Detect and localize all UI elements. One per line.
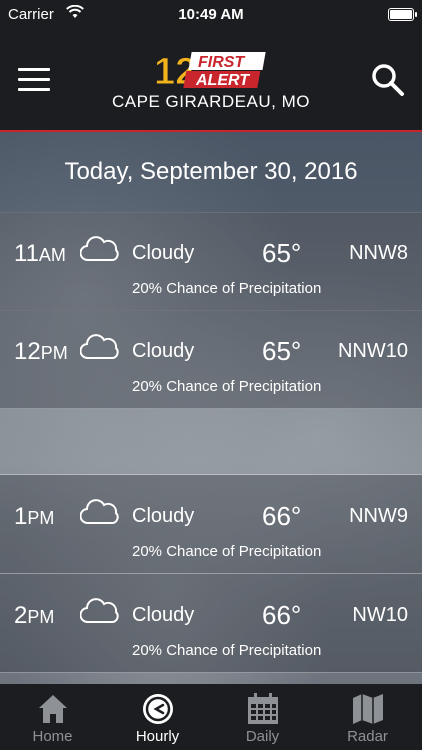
wind-value: NNW9 bbox=[349, 505, 408, 527]
condition-label: Cloudy bbox=[132, 505, 195, 527]
calendar-icon bbox=[246, 692, 280, 726]
app-header: 12 FIRST ALERT CAPE GIRARDEAU, MO bbox=[0, 30, 422, 132]
hourly-row[interactable]: 11AM Cloudy 65° NNW8 20% Chance of Preci… bbox=[0, 212, 422, 311]
date-header: Today, September 30, 2016 bbox=[0, 132, 422, 213]
hourly-row[interactable]: 2PM Cloudy 66° NW10 20% Chance of Precip… bbox=[0, 574, 422, 673]
cloud-icon bbox=[79, 499, 120, 530]
temperature-value: 66° bbox=[262, 600, 302, 630]
cloud-icon bbox=[79, 236, 120, 267]
temperature-value: 65° bbox=[262, 238, 302, 268]
battery-icon bbox=[388, 8, 417, 21]
hourly-row[interactable]: 1PM Cloudy 66° NNW9 20% Chance of Precip… bbox=[0, 475, 422, 574]
precip-chance: 20% Chance of Precipitation bbox=[132, 378, 322, 395]
temperature-value: 65° bbox=[262, 336, 302, 366]
status-bar: Carrier 10:49 AM bbox=[0, 0, 422, 30]
location-label: CAPE GIRARDEAU, MO bbox=[112, 92, 310, 111]
precip-chance: 20% Chance of Precipitation bbox=[132, 543, 322, 560]
precip-chance: 20% Chance of Precipitation bbox=[132, 280, 322, 297]
svg-text:ALERT: ALERT bbox=[195, 72, 250, 89]
condition-label: Cloudy bbox=[132, 604, 195, 626]
precip-chance: 20% Chance of Precipitation bbox=[132, 642, 322, 659]
tab-label: Daily bbox=[245, 728, 280, 745]
condition-label: Cloudy bbox=[132, 242, 195, 264]
hour-label: 12PM bbox=[14, 338, 68, 365]
menu-button[interactable] bbox=[18, 68, 50, 92]
hour-label: 2PM bbox=[14, 602, 55, 629]
hourly-row[interactable]: 12PM Cloudy 65° NNW10 20% Chance of Prec… bbox=[0, 310, 422, 409]
clock-icon bbox=[141, 692, 175, 726]
temperature-value: 66° bbox=[262, 501, 302, 531]
hour-label: 11AM bbox=[14, 240, 66, 267]
clock-time: 10:49 AM bbox=[178, 6, 244, 23]
search-icon[interactable] bbox=[370, 62, 406, 98]
wind-value: NNW8 bbox=[349, 242, 408, 264]
home-icon bbox=[36, 692, 70, 726]
map-icon bbox=[351, 692, 385, 726]
tab-label: Radar bbox=[347, 728, 388, 745]
wind-value: NW10 bbox=[352, 604, 408, 626]
tab-daily[interactable]: Daily bbox=[210, 684, 315, 750]
tab-radar[interactable]: Radar bbox=[315, 684, 420, 750]
svg-text:FIRST: FIRST bbox=[198, 54, 245, 71]
row-spacer bbox=[0, 408, 422, 475]
hour-label: 1PM bbox=[14, 503, 55, 530]
first-alert-logo: 12 FIRST ALERT bbox=[154, 50, 268, 94]
tab-label: Home bbox=[32, 728, 73, 745]
condition-label: Cloudy bbox=[132, 340, 195, 362]
tab-label: Hourly bbox=[135, 728, 180, 745]
cloud-icon bbox=[79, 334, 120, 365]
wind-value: NNW10 bbox=[337, 340, 408, 362]
tab-hourly[interactable]: Hourly bbox=[105, 684, 210, 750]
tab-home[interactable]: Home bbox=[0, 684, 105, 750]
cloud-icon bbox=[79, 598, 120, 629]
tab-bar: Home Hourly Daily Radar bbox=[0, 684, 422, 750]
